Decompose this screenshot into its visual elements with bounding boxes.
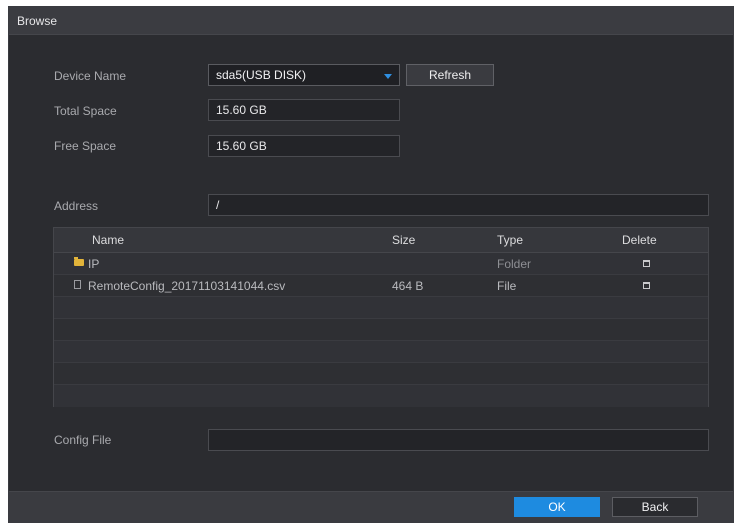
file-icon xyxy=(74,280,81,289)
column-header-type: Type xyxy=(497,233,524,247)
back-button[interactable]: Back xyxy=(612,497,698,517)
column-header-size: Size xyxy=(392,233,416,247)
row-name-cell[interactable]: IP xyxy=(74,257,99,271)
row-name-cell[interactable]: RemoteConfig_20171103141044.csv xyxy=(74,279,285,293)
row-name: IP xyxy=(88,257,100,271)
free-space-field: 15.60 GB xyxy=(208,135,400,157)
config-file-label: Config File xyxy=(54,433,112,447)
ok-button[interactable]: OK xyxy=(514,497,600,517)
browse-dialog: Browse Device Name sda5(USB DISK) Refres… xyxy=(8,6,734,523)
trash-icon[interactable] xyxy=(643,260,650,267)
refresh-button[interactable]: Refresh xyxy=(406,64,494,86)
device-name-value: sda5(USB DISK) xyxy=(216,68,307,82)
table-row[interactable]: IP Folder xyxy=(54,253,708,275)
folder-icon xyxy=(74,257,84,266)
table-row-empty xyxy=(54,363,708,385)
column-header-delete: Delete xyxy=(622,233,657,247)
trash-icon[interactable] xyxy=(643,282,650,289)
column-header-name: Name xyxy=(92,233,125,247)
file-table: Name Size Type Delete IP Folder RemoteCo… xyxy=(53,227,709,407)
device-name-label: Device Name xyxy=(54,69,127,83)
address-field[interactable]: / xyxy=(208,194,709,216)
table-row-empty xyxy=(54,297,708,319)
table-row-empty xyxy=(54,341,708,363)
device-name-select[interactable]: sda5(USB DISK) xyxy=(208,64,400,86)
row-type: Folder xyxy=(497,257,532,271)
total-space-field: 15.60 GB xyxy=(208,99,400,121)
dialog-title: Browse xyxy=(17,14,58,28)
total-space-label: Total Space xyxy=(54,104,117,118)
free-space-label: Free Space xyxy=(54,139,117,153)
row-name: RemoteConfig_20171103141044.csv xyxy=(88,279,286,293)
table-row-empty xyxy=(54,385,708,407)
table-row[interactable]: RemoteConfig_20171103141044.csv 464 B Fi… xyxy=(54,275,708,297)
title-bar: Browse xyxy=(9,7,733,35)
table-row-empty xyxy=(54,319,708,341)
dropdown-arrow-icon[interactable] xyxy=(384,74,392,79)
config-file-field[interactable] xyxy=(208,429,709,451)
dialog-footer: OK Back xyxy=(9,491,733,522)
row-size: 464 B xyxy=(392,279,424,293)
address-label: Address xyxy=(54,199,99,213)
table-header: Name Size Type Delete xyxy=(54,228,708,253)
row-type: File xyxy=(497,279,517,293)
